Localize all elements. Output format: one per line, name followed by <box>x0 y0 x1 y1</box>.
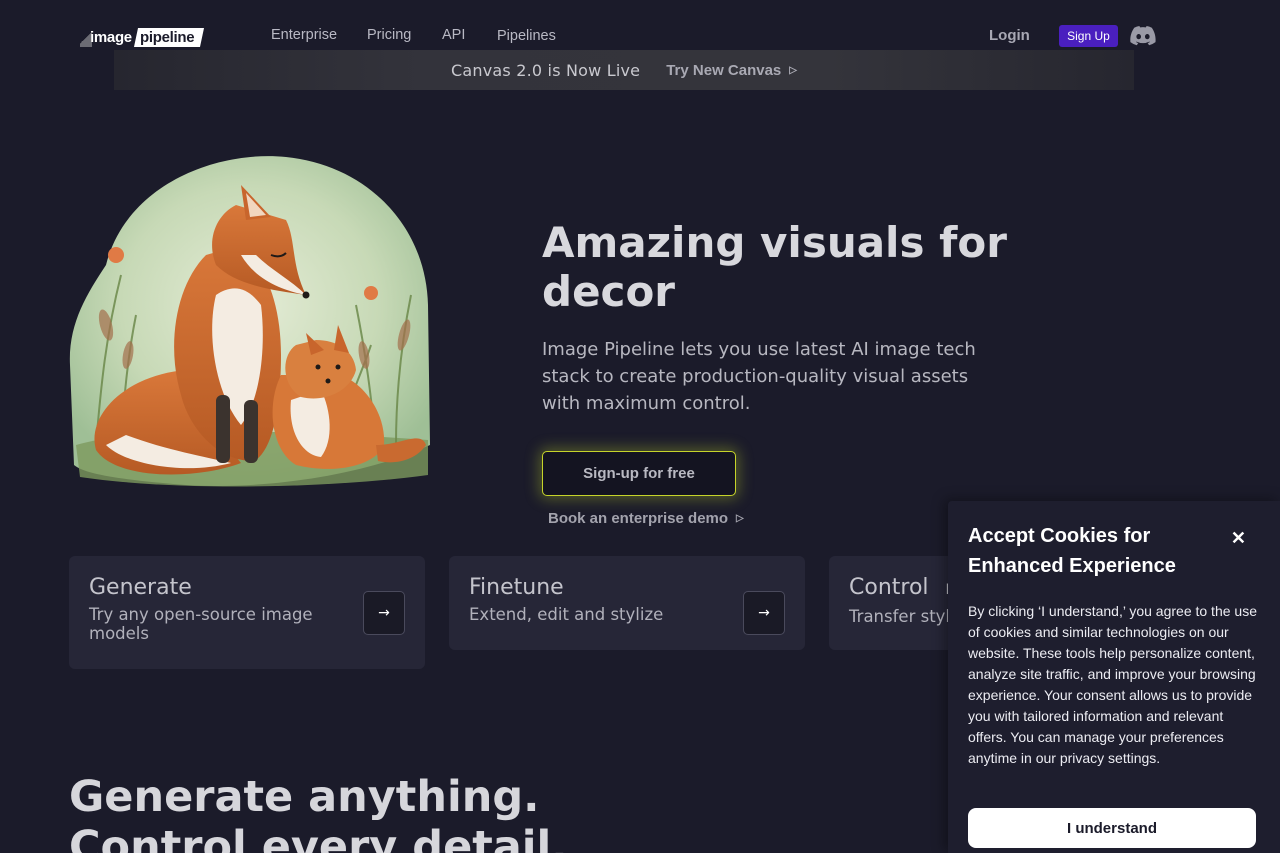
card-title: Finetune <box>469 575 564 600</box>
feature-card-generate[interactable]: Generate Try any open-source image model… <box>69 556 425 669</box>
hero-fox-illustration <box>66 145 432 490</box>
card-title: Generate <box>89 575 192 600</box>
arrow-right-icon[interactable]: → <box>363 591 405 635</box>
discord-icon[interactable] <box>1130 26 1156 46</box>
close-icon[interactable]: ✕ <box>1231 528 1246 549</box>
announcement-banner: Canvas 2.0 is Now Live Try New Canvas ▷ <box>114 50 1134 90</box>
enterprise-demo-link[interactable]: Book an enterprise demo ▷ <box>548 510 744 527</box>
cookie-consent-dialog: Accept Cookies for Enhanced Experience ✕… <box>948 501 1280 853</box>
signup-button[interactable]: Sign Up <box>1059 25 1118 47</box>
play-triangle-icon: ▷ <box>736 513 744 524</box>
feature-card-finetune[interactable]: Finetune Extend, edit and stylize → <box>449 556 805 650</box>
cookie-body: By clicking ‘I understand,’ you agree to… <box>968 603 1257 766</box>
banner-text: Canvas 2.0 is Now Live <box>451 60 641 80</box>
enterprise-demo-label: Book an enterprise demo <box>548 510 729 527</box>
section-heading: Generate anything. Control every detail. <box>69 772 568 853</box>
nav-link-pricing[interactable]: Pricing <box>367 27 411 43</box>
logo[interactable]: image pipeline <box>80 28 205 47</box>
signup-free-button[interactable]: Sign-up for free <box>542 451 736 496</box>
card-description: Extend, edit and stylize <box>469 605 664 624</box>
cookie-title: Accept Cookies for Enhanced Experience <box>968 525 1176 577</box>
nav-link-enterprise[interactable]: Enterprise <box>271 27 337 43</box>
play-triangle-icon: ▷ <box>789 64 797 76</box>
hero-title: Amazing visuals for decor <box>542 218 1007 316</box>
try-canvas-link[interactable]: Try New Canvas ▷ <box>666 62 797 79</box>
card-description: Try any open-source image models <box>89 605 313 643</box>
logo-mark <box>80 28 92 47</box>
arrow-right-icon[interactable]: → <box>743 591 785 635</box>
section-heading-line1: Generate anything. <box>69 772 540 822</box>
section-heading-line2: Control every detail. <box>69 822 568 853</box>
hero-subtitle: Image Pipeline lets you use latest AI im… <box>542 339 976 414</box>
logo-word-pipeline: pipeline <box>133 28 205 47</box>
page: image pipeline Enterprise Pricing API Pi… <box>0 0 1280 853</box>
nav-link-pipelines[interactable]: Pipelines <box>497 28 556 44</box>
login-link[interactable]: Login <box>989 27 1030 44</box>
try-canvas-label: Try New Canvas <box>666 61 782 79</box>
nav-link-api[interactable]: API <box>442 27 465 43</box>
accept-cookies-button[interactable]: I understand <box>968 808 1256 848</box>
